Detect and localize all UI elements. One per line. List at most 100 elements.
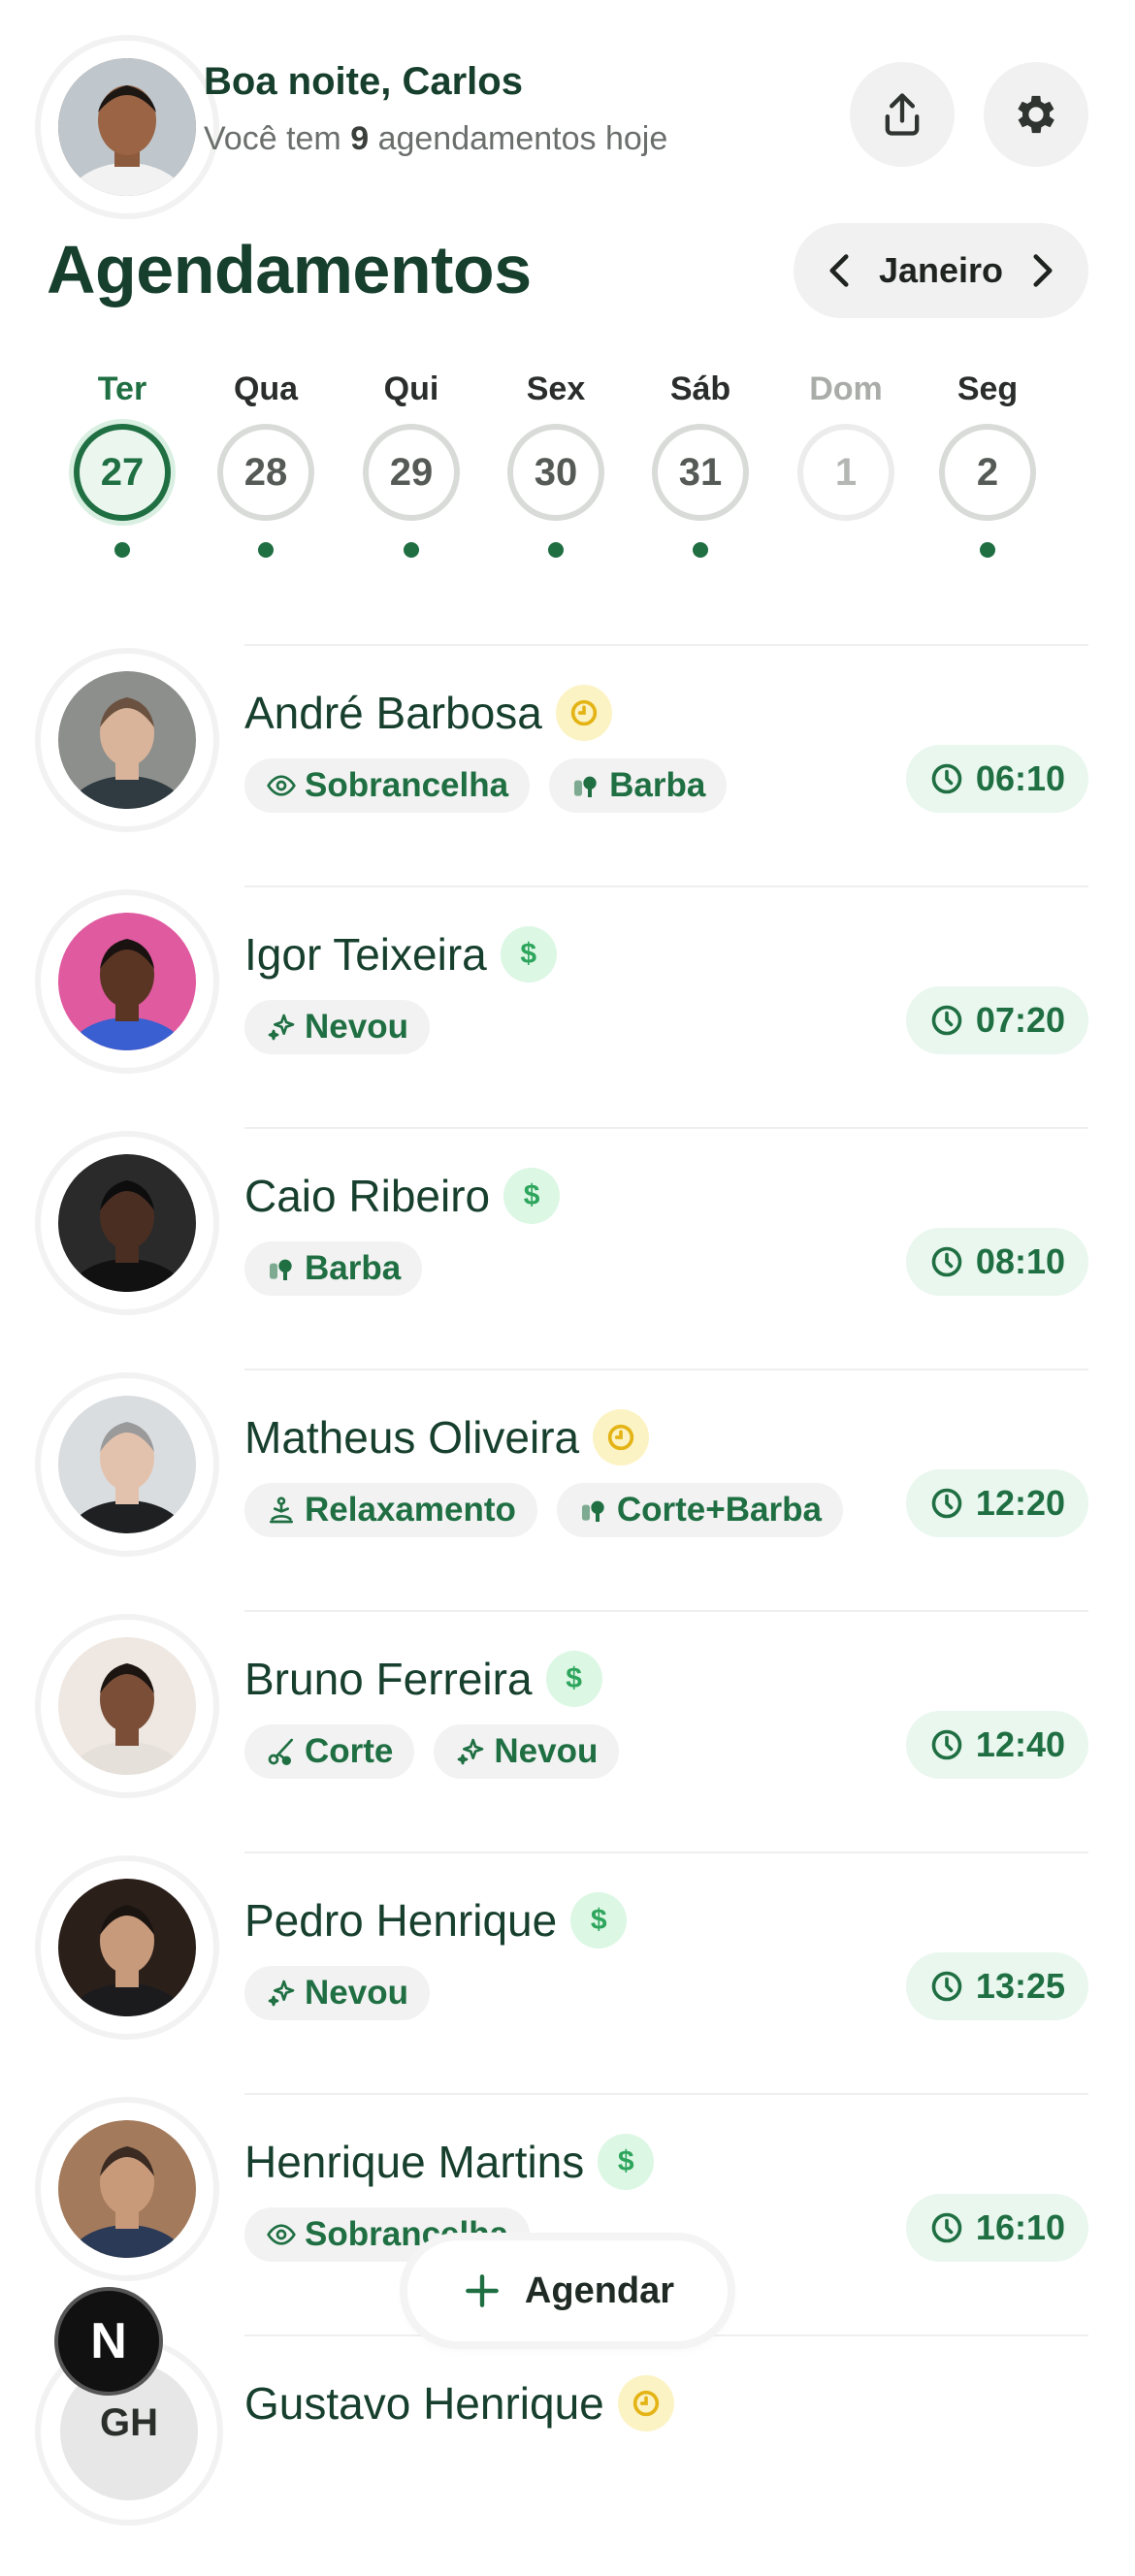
month-selector: Janeiro bbox=[794, 223, 1088, 318]
appointment-row[interactable]: André Barbosa Sobrancelha Barba 06:10 bbox=[0, 644, 1135, 886]
relax-icon bbox=[266, 1495, 297, 1526]
day-name: Qui bbox=[383, 370, 439, 407]
has-appointments-dot bbox=[258, 542, 274, 558]
subtitle-suffix: agendamentos hoje bbox=[369, 120, 668, 157]
day-number: 29 bbox=[363, 424, 460, 521]
service-tag-label: Corte bbox=[305, 1732, 394, 1770]
add-appointment-button[interactable]: Agendar bbox=[407, 2240, 728, 2341]
chevron-right-icon[interactable] bbox=[1028, 253, 1057, 288]
service-tag: Barba bbox=[244, 1241, 423, 1296]
clock-icon bbox=[607, 1424, 634, 1451]
paid-status-badge: $ bbox=[503, 1168, 561, 1224]
client-avatar bbox=[41, 895, 213, 1068]
beard-icon bbox=[570, 770, 601, 801]
greeting-subtitle: Você tem 9 agendamentos hoje bbox=[204, 120, 667, 158]
gear-icon bbox=[1018, 95, 1054, 134]
sparkle-icon bbox=[266, 1978, 297, 2009]
appointment-time: 06:10 bbox=[905, 745, 1088, 813]
service-tag: Relaxamento bbox=[244, 1483, 537, 1537]
appointment-time: 07:20 bbox=[905, 986, 1088, 1054]
service-tag: Nevou bbox=[244, 1966, 430, 2020]
day-name: Ter bbox=[97, 370, 147, 407]
has-appointments-dot bbox=[548, 542, 564, 558]
calendar-day-1[interactable]: Dom 1 bbox=[788, 370, 904, 558]
appointment-row[interactable]: Matheus Oliveira Relaxamento Corte+Barba 12… bbox=[0, 1368, 1135, 1610]
subtitle-prefix: Você tem bbox=[204, 120, 351, 157]
greeting-title: Boa noite, Carlos bbox=[204, 60, 523, 103]
dollar-icon: $ bbox=[590, 1904, 607, 1936]
client-name-row: Gustavo Henrique bbox=[244, 2375, 674, 2431]
service-tag-label: Barba bbox=[609, 766, 706, 804]
client-name: Henrique Martins bbox=[244, 2137, 585, 2187]
day-name: Sex bbox=[526, 370, 586, 407]
calendar-day-30[interactable]: Sex 30 bbox=[498, 370, 614, 558]
row-divider bbox=[244, 1852, 1088, 1853]
appointment-time-label: 16:10 bbox=[975, 2207, 1065, 2247]
paid-status-badge: $ bbox=[598, 2134, 655, 2190]
appointment-time-label: 13:25 bbox=[975, 1966, 1065, 2006]
client-avatar bbox=[41, 1378, 213, 1551]
appointment-row[interactable]: Pedro Henrique $ Nevou 13:25 bbox=[0, 1852, 1135, 2093]
service-tags: Relaxamento Corte+Barba bbox=[244, 1483, 843, 1537]
appointment-row[interactable]: Bruno Ferreira $ Corte Nevou 12:40 bbox=[0, 1610, 1135, 1852]
service-tag-label: Nevou bbox=[305, 1008, 408, 1046]
add-appointment-label: Agendar bbox=[524, 2270, 675, 2311]
service-tags: Corte Nevou bbox=[244, 1724, 620, 1779]
client-avatar bbox=[41, 1861, 213, 2034]
service-tag: Sobrancelha bbox=[244, 758, 531, 813]
client-avatar bbox=[41, 1137, 213, 1309]
dollar-icon: $ bbox=[520, 938, 537, 970]
paid-status-badge: $ bbox=[500, 926, 557, 982]
client-name-row: Matheus Oliveira bbox=[244, 1409, 650, 1465]
appointment-time-label: 12:20 bbox=[975, 1483, 1065, 1523]
dollar-icon: $ bbox=[523, 1179, 540, 1211]
client-name: Bruno Ferreira bbox=[244, 1654, 533, 1704]
clock-icon bbox=[931, 1488, 962, 1519]
plus-icon bbox=[466, 2274, 499, 2307]
service-tag: Nevou bbox=[244, 1000, 430, 1054]
calendar-day-27[interactable]: Ter 27 bbox=[64, 370, 180, 558]
service-tag: Barba bbox=[549, 758, 728, 813]
share-button[interactable] bbox=[850, 62, 955, 167]
client-avatar bbox=[41, 2103, 213, 2275]
beard-icon bbox=[266, 1253, 297, 1284]
appointment-row[interactable]: Caio Ribeiro $ Barba 08:10 bbox=[0, 1127, 1135, 1368]
service-tag-label: Relaxamento bbox=[305, 1491, 516, 1529]
client-name: Matheus Oliveira bbox=[244, 1412, 580, 1463]
day-number: 27 bbox=[74, 424, 171, 521]
day-number: 2 bbox=[939, 424, 1036, 521]
settings-button[interactable] bbox=[984, 62, 1088, 167]
row-divider bbox=[244, 1610, 1088, 1612]
user-avatar[interactable] bbox=[41, 41, 213, 213]
client-avatar bbox=[41, 654, 213, 826]
calendar-day-31[interactable]: Sáb 31 bbox=[642, 370, 759, 558]
calendar-day-2[interactable]: Seg 2 bbox=[929, 370, 1046, 558]
month-label: Janeiro bbox=[878, 250, 1004, 290]
appointment-time-label: 07:20 bbox=[975, 1000, 1065, 1040]
chevron-left-icon[interactable] bbox=[825, 253, 854, 288]
dev-indicator-badge[interactable]: N bbox=[54, 2287, 163, 2396]
share-icon bbox=[885, 93, 920, 136]
calendar-day-28[interactable]: Qua 28 bbox=[208, 370, 324, 558]
has-appointments-dot bbox=[693, 542, 708, 558]
appointment-time: 08:10 bbox=[905, 1228, 1088, 1296]
service-tags: Nevou bbox=[244, 1000, 430, 1054]
eye-icon bbox=[266, 770, 297, 801]
clock-icon bbox=[570, 699, 598, 726]
calendar-day-29[interactable]: Qui 29 bbox=[353, 370, 470, 558]
appointment-time: 12:40 bbox=[905, 1711, 1088, 1779]
client-name-row: Caio Ribeiro $ bbox=[244, 1168, 561, 1224]
appointment-time: 13:25 bbox=[905, 1952, 1088, 2020]
service-tag: Corte bbox=[244, 1724, 415, 1779]
day-number: 30 bbox=[507, 424, 604, 521]
service-tag-label: Corte+Barba bbox=[616, 1491, 822, 1529]
has-appointments-dot bbox=[114, 542, 130, 558]
service-tag: Corte+Barba bbox=[556, 1483, 843, 1537]
service-tag-label: Barba bbox=[305, 1249, 402, 1287]
client-name-row: Bruno Ferreira $ bbox=[244, 1651, 602, 1707]
client-name: Igor Teixeira bbox=[244, 929, 487, 980]
page-title: Agendamentos bbox=[47, 232, 532, 307]
paid-status-badge: $ bbox=[545, 1651, 602, 1707]
appointment-row[interactable]: Igor Teixeira $ Nevou 07:20 bbox=[0, 886, 1135, 1127]
pending-status-badge bbox=[555, 685, 612, 741]
